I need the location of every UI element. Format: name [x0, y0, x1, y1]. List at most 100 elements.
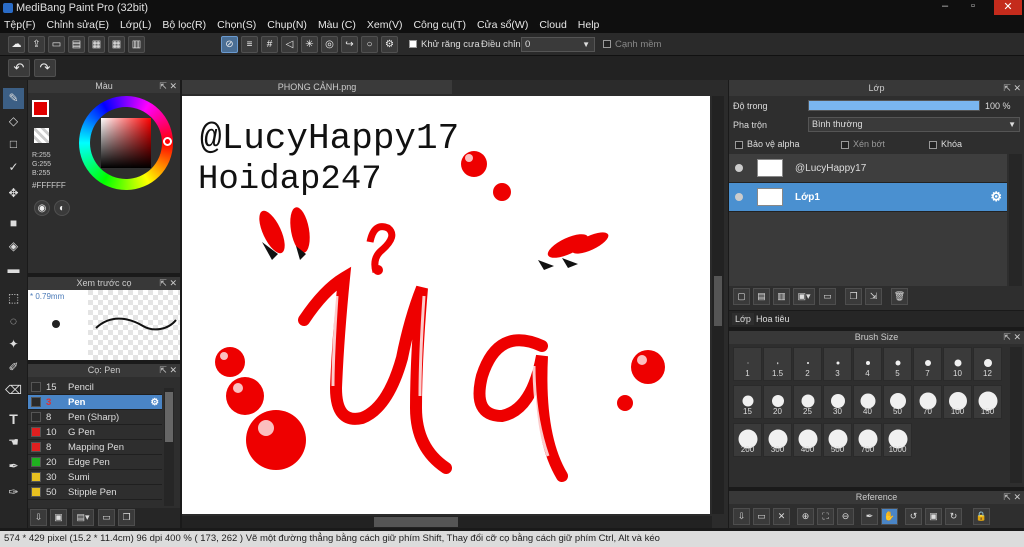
- brush-item[interactable]: 20 Edge Pen: [28, 455, 162, 470]
- reference-download-icon[interactable]: ⇩: [733, 508, 750, 525]
- visibility-icon[interactable]: [735, 164, 743, 172]
- hand-icon[interactable]: ✋: [881, 508, 898, 525]
- layer-item-selected[interactable]: Lớp1 ⚙: [729, 183, 1007, 212]
- duplicate-layer-icon[interactable]: ❐: [845, 288, 862, 305]
- upload-icon[interactable]: ⇪: [28, 36, 45, 53]
- bucket-tool-icon[interactable]: ◈: [3, 236, 24, 257]
- eraser-tool-icon[interactable]: ◇: [3, 111, 24, 132]
- download-brush-icon[interactable]: ⇩: [30, 509, 47, 526]
- brush-size-cell[interactable]: 1: [733, 347, 762, 381]
- duplicate-icon[interactable]: ❐: [118, 509, 135, 526]
- menu-select[interactable]: Chọn(S): [217, 19, 256, 31]
- brush-size-cell[interactable]: 25: [793, 385, 822, 419]
- panel-close-icon[interactable]: ⇱ ✕: [159, 364, 177, 377]
- brush-size-cell[interactable]: 12: [973, 347, 1002, 381]
- add-layer-menu-icon[interactable]: ▣▾: [793, 288, 815, 305]
- maximize-button[interactable]: ▫: [962, 0, 984, 15]
- brush-size-cell[interactable]: 400: [793, 423, 822, 457]
- brush-size-cell[interactable]: 30: [823, 385, 852, 419]
- chat-icon[interactable]: ▭: [48, 36, 65, 53]
- panel-close-icon[interactable]: ⇱ ✕: [159, 277, 177, 290]
- visibility-icon[interactable]: [735, 193, 743, 201]
- select-eraser-tool-icon[interactable]: ⌫: [3, 380, 24, 401]
- brush-size-cell[interactable]: 150: [973, 385, 1002, 419]
- brush-size-cell[interactable]: 1.5: [763, 347, 792, 381]
- hue-wheel[interactable]: [79, 96, 173, 190]
- soft-edge-checkbox[interactable]: [603, 40, 611, 49]
- brush-tool-icon[interactable]: ✎: [3, 88, 24, 109]
- zoom-in-icon[interactable]: ⊕: [797, 508, 814, 525]
- redo-icon[interactable]: ↷: [34, 59, 56, 77]
- magic-wand-tool-icon[interactable]: ✦: [3, 334, 24, 355]
- canvas-hscroll[interactable]: [182, 516, 712, 528]
- menu-window[interactable]: Cửa sổ(W): [477, 19, 528, 31]
- blend-select[interactable]: Bình thường ▼: [808, 117, 1020, 132]
- antialias-checkbox[interactable]: [409, 40, 417, 49]
- comment-icon[interactable]: ▤: [68, 36, 85, 53]
- color-picker-icon[interactable]: ◐: [54, 200, 70, 216]
- palette-icon[interactable]: ◉: [34, 200, 50, 216]
- grid-snap-icon[interactable]: #: [261, 36, 278, 53]
- brush-size-cell[interactable]: 300: [763, 423, 792, 457]
- perspective-snap-icon[interactable]: ◁: [281, 36, 298, 53]
- tab-layer[interactable]: Lớp: [732, 313, 754, 325]
- saturation-square[interactable]: [101, 118, 151, 168]
- brush-size-cell[interactable]: 40: [853, 385, 882, 419]
- gear-icon[interactable]: ⚙: [381, 36, 398, 53]
- brush-item[interactable]: 30 Sumi: [28, 470, 162, 485]
- layer-item[interactable]: @LucyHappy17: [729, 154, 1007, 183]
- menu-filter[interactable]: Bộ lọc(R): [162, 19, 206, 31]
- lock-icon[interactable]: 🔒: [973, 508, 990, 525]
- brush-size-cell[interactable]: 2: [793, 347, 822, 381]
- brush-size-cell[interactable]: 70: [913, 385, 942, 419]
- dot-pen-tool-icon[interactable]: ✓: [3, 157, 24, 178]
- hand-tool-icon[interactable]: ☚: [3, 432, 24, 453]
- close-icon[interactable]: ✕: [773, 508, 790, 525]
- snap-off-icon[interactable]: ⊘: [221, 36, 238, 53]
- menu-color[interactable]: Màu (C): [318, 19, 356, 31]
- select-pen-tool-icon[interactable]: ✐: [3, 357, 24, 378]
- gradient-tool-icon[interactable]: ▬: [3, 259, 24, 280]
- page-icon[interactable]: ▦: [88, 36, 105, 53]
- concentric-snap-icon[interactable]: ◎: [321, 36, 338, 53]
- minimize-button[interactable]: –: [934, 0, 956, 15]
- menu-layer[interactable]: Lớp(L): [120, 19, 151, 31]
- parallel-snap-icon[interactable]: ≡: [241, 36, 258, 53]
- brush-item[interactable]: 8 Pen (Sharp): [28, 410, 162, 425]
- move-tool-icon[interactable]: ✥: [3, 183, 24, 204]
- delete-layer-icon[interactable]: 🗑: [891, 288, 908, 305]
- new-8bit-layer-icon[interactable]: ▥: [773, 288, 790, 305]
- rectangle-tool-icon[interactable]: □: [3, 134, 24, 155]
- brush-size-cell[interactable]: 200: [733, 423, 762, 457]
- brush-size-cell[interactable]: 20: [763, 385, 792, 419]
- brush-size-cell[interactable]: 4: [853, 347, 882, 381]
- brush-item[interactable]: 8 Mapping Pen: [28, 440, 162, 455]
- panel-close-icon[interactable]: ⇱ ✕: [1003, 331, 1021, 344]
- brush-item[interactable]: 10 G Pen: [28, 425, 162, 440]
- brush-size-cell[interactable]: 50: [883, 385, 912, 419]
- layer-scrollbar[interactable]: [1009, 154, 1022, 286]
- brush-size-cell[interactable]: 100: [943, 385, 972, 419]
- folder-icon[interactable]: ▭: [819, 288, 836, 305]
- close-button[interactable]: ✕: [994, 0, 1022, 15]
- menu-view[interactable]: Xem(V): [367, 19, 403, 31]
- menu-tools[interactable]: Công cụ(T): [413, 19, 466, 31]
- new-layer-icon[interactable]: ▢: [733, 288, 750, 305]
- rotate-left-icon[interactable]: ↺: [905, 508, 922, 525]
- select-rect-tool-icon[interactable]: ⬚: [3, 288, 24, 309]
- panel-close-icon[interactable]: ⇱ ✕: [159, 80, 177, 93]
- lasso-tool-icon[interactable]: ◌: [3, 311, 24, 332]
- eyedropper-tool-icon[interactable]: ✒: [3, 456, 24, 477]
- eyedropper-icon[interactable]: ✒: [861, 508, 878, 525]
- radial-snap-icon[interactable]: ✳: [301, 36, 318, 53]
- brush-menu-icon[interactable]: ▤▾: [72, 509, 94, 526]
- canvas-vscroll[interactable]: [712, 96, 724, 514]
- rotate-right-icon[interactable]: ↻: [945, 508, 962, 525]
- fit-icon[interactable]: ⛶: [817, 508, 834, 525]
- add-brush-icon[interactable]: ▣: [50, 509, 67, 526]
- undo-icon[interactable]: ↶: [8, 59, 30, 77]
- merge-layer-icon[interactable]: ⇲: [865, 288, 882, 305]
- menu-help[interactable]: Help: [578, 19, 600, 31]
- fill-rect-tool-icon[interactable]: ■: [3, 213, 24, 234]
- canvas[interactable]: @LucyHappy17 Hoidap247: [182, 96, 710, 514]
